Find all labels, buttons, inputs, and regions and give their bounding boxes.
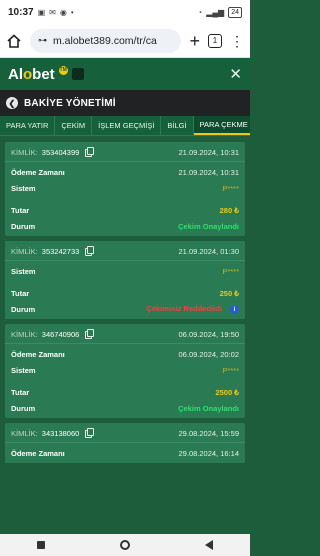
id-label: KİMLİK: <box>11 428 38 438</box>
status-row: Durum Çekiminiz Reddedildi i <box>5 301 245 317</box>
id-label: KİMLİK: <box>11 246 38 256</box>
page-title-bar: ❮ BAKİYE YÖNETİMİ <box>0 90 250 116</box>
tab-islem-gecmisi[interactable]: İŞLEM GEÇMİŞİ <box>92 116 162 135</box>
card-header: KİMLİK: 353242733 21.09.2024, 01:30 <box>5 243 245 261</box>
info-icon[interactable]: i <box>230 305 239 315</box>
transaction-id: 343138060 <box>41 428 80 438</box>
new-tab-button[interactable]: + <box>189 32 200 50</box>
card-header: KİMLİK: 343138060 29.08.2024, 15:59 <box>5 425 245 443</box>
amount-label: Tutar <box>11 205 30 215</box>
amount-row: Tutar 2500 ₺ <box>5 384 245 400</box>
payment-time-row: Ödeme Zamanı 06.09.2024, 20:02 <box>5 346 245 362</box>
status-bar: 10:37 ▣ ✉ ◉ • ◔ ▂▄▆ 24 <box>0 0 250 24</box>
copy-icon[interactable] <box>85 246 95 256</box>
copy-icon[interactable] <box>85 329 95 339</box>
status-badge: Çekim Onaylandı <box>178 221 239 231</box>
payment-time-label: Ödeme Zamanı <box>11 349 65 359</box>
amount-value: 280 ₺ <box>219 205 239 215</box>
address-bar[interactable]: ⊶ m.alobet389.com/tr/ca <box>30 28 182 53</box>
system-value: P**** <box>222 365 239 375</box>
status-row: Durum Çekim Onaylandı <box>5 400 245 416</box>
system-label: Sistem <box>11 183 36 193</box>
transaction-id: 353404399 <box>41 147 80 157</box>
browser-menu-icon[interactable]: ⋮ <box>230 34 244 48</box>
system-row: Sistem P**** <box>5 362 245 378</box>
withdrawal-list: KİMLİK: 353404399 21.09.2024, 10:31 Ödem… <box>0 136 250 463</box>
trademark-badge: TM <box>58 65 68 75</box>
mail-icon: ✉ <box>49 7 56 17</box>
system-row: Sistem P**** <box>5 263 245 279</box>
card-header: KİMLİK: 346740906 06.09.2024, 19:50 <box>5 326 245 344</box>
site-info-icon[interactable]: ⊶ <box>38 35 47 46</box>
url-text: m.alobet389.com/tr/ca <box>53 34 157 47</box>
transaction-date: 06.09.2024, 19:50 <box>178 330 239 339</box>
status-label: Durum <box>11 221 36 231</box>
battery-icon: 24 <box>228 6 242 18</box>
home-icon[interactable] <box>6 33 22 49</box>
home-button[interactable] <box>119 540 130 550</box>
app-header: Alobet TM ✕ <box>0 58 250 90</box>
system-label: Sistem <box>11 266 36 276</box>
status-label: Durum <box>11 403 36 413</box>
copy-icon[interactable] <box>85 428 95 438</box>
payment-time-label: Ödeme Zamanı <box>11 448 65 458</box>
recents-button[interactable] <box>37 541 46 549</box>
status-badge: Çekim Onaylandı <box>178 403 239 413</box>
system-value: P**** <box>222 183 239 193</box>
close-icon[interactable]: ✕ <box>229 65 242 83</box>
transaction-id: 353242733 <box>41 246 80 256</box>
back-nav-button[interactable] <box>204 540 213 550</box>
payment-time-value: 29.08.2024, 16:14 <box>178 448 239 458</box>
withdrawal-card: KİMLİK: 346740906 06.09.2024, 19:50 Ödem… <box>5 324 245 418</box>
payment-time-value: 21.09.2024, 10:31 <box>178 167 239 177</box>
withdrawal-card: KİMLİK: 353404399 21.09.2024, 10:31 Ödem… <box>5 142 245 236</box>
transaction-date: 29.08.2024, 15:59 <box>178 429 239 438</box>
tab-para-yatir[interactable]: PARA YATIR <box>0 116 56 135</box>
tab-bilgi[interactable]: BİLGİ <box>161 116 194 135</box>
amount-value: 250 ₺ <box>219 288 239 298</box>
id-label: KİMLİK: <box>11 147 38 157</box>
amount-row: Tutar 280 ₺ <box>5 202 245 218</box>
system-label: Sistem <box>11 365 36 375</box>
system-row: Sistem P**** <box>5 180 245 196</box>
status-label: Durum <box>11 304 36 314</box>
system-value: P**** <box>222 266 239 276</box>
amount-label: Tutar <box>11 387 30 397</box>
payment-time-row: Ödeme Zamanı 29.08.2024, 16:14 <box>5 445 245 461</box>
transaction-date: 21.09.2024, 10:31 <box>178 148 239 157</box>
status-time: 10:37 <box>8 6 34 18</box>
amount-value: 2500 ₺ <box>215 387 239 397</box>
transaction-date: 21.09.2024, 01:30 <box>178 247 239 256</box>
tab-switcher-button[interactable]: 1 <box>208 33 222 48</box>
system-navigation-bar <box>0 534 250 556</box>
copy-icon[interactable] <box>85 147 95 157</box>
id-label: KİMLİK: <box>11 329 38 339</box>
payment-time-value: 06.09.2024, 20:02 <box>178 349 239 359</box>
wifi-icon: ◔ <box>197 7 203 17</box>
payment-time-row: Ödeme Zamanı 21.09.2024, 10:31 <box>5 164 245 180</box>
amount-label: Tutar <box>11 288 30 298</box>
browser-toolbar: ⊶ m.alobet389.com/tr/ca + 1 ⋮ <box>0 24 250 58</box>
status-badge: Çekiminiz Reddedildi <box>146 303 222 313</box>
notification-icon: ▣ <box>37 7 46 17</box>
status-row: Durum Çekim Onaylandı <box>5 218 245 234</box>
promo-icon[interactable] <box>71 68 84 80</box>
amount-row: Tutar 250 ₺ <box>5 285 245 301</box>
withdrawal-card: KİMLİK: 343138060 29.08.2024, 15:59 Ödem… <box>5 423 245 463</box>
withdrawal-card: KİMLİK: 353242733 21.09.2024, 01:30 Sist… <box>5 241 245 319</box>
more-notifications-icon: • <box>70 7 74 17</box>
back-button[interactable]: ❮ <box>6 97 18 109</box>
brand-logo[interactable]: Alobet TM <box>8 65 84 83</box>
app-icon: ◉ <box>59 7 67 17</box>
tab-cekim[interactable]: ÇEKİM <box>55 116 93 135</box>
tab-para-cekme-durumu[interactable]: PARA ÇEKME DU <box>193 116 250 135</box>
payment-time-label: Ödeme Zamanı <box>11 167 65 177</box>
card-header: KİMLİK: 353404399 21.09.2024, 10:31 <box>5 144 245 162</box>
transaction-id: 346740906 <box>41 329 80 339</box>
signal-icon: ▂▄▆ <box>206 7 225 17</box>
page-title: BAKİYE YÖNETİMİ <box>24 97 116 109</box>
tab-bar: PARA YATIR ÇEKİM İŞLEM GEÇMİŞİ BİLGİ PAR… <box>0 116 250 136</box>
